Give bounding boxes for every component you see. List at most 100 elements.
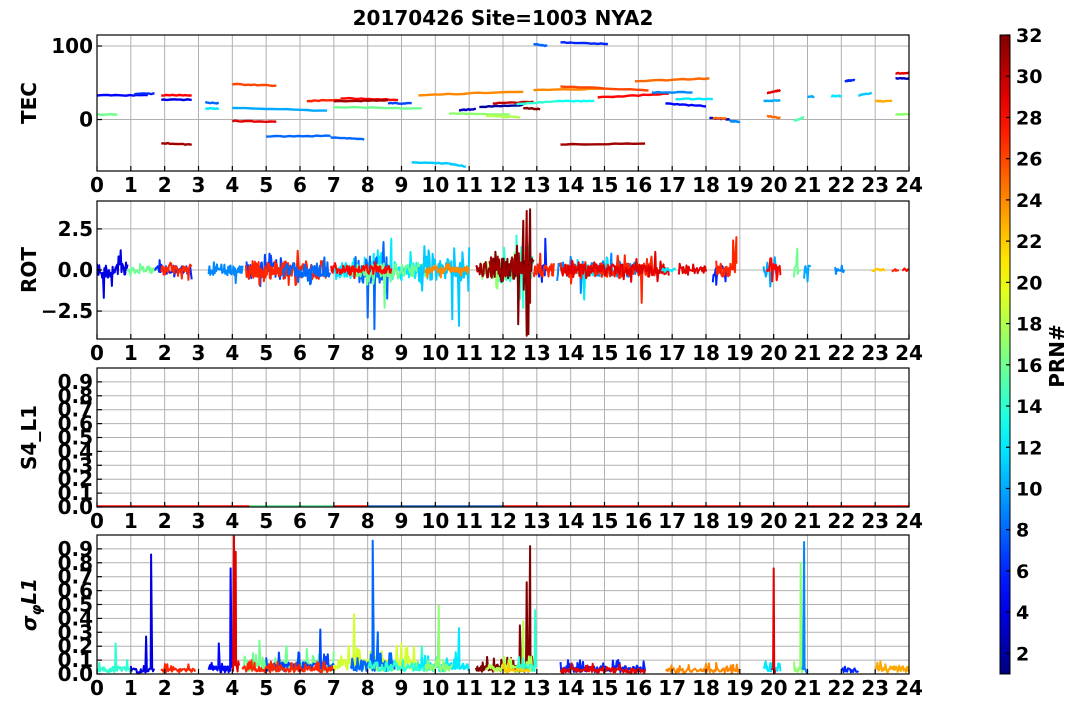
series-line-prn-4 — [161, 98, 192, 102]
x-tick-label: 16 — [624, 341, 652, 365]
x-tick-label: 8 — [361, 173, 375, 197]
series-line-prn-12 — [675, 97, 713, 101]
x-tick-label: 9 — [395, 341, 409, 365]
colorbar-tick-label: 10 — [1016, 478, 1042, 500]
x-tick-label: 11 — [455, 509, 483, 533]
x-tick-label: 18 — [692, 509, 720, 533]
panel-rot: 0 1 2 3 4 5 6 7 8 9 10 11 12 13 14 15 16 17 18 19 20 21 22 23 24… — [17, 200, 923, 365]
x-tick-label: 4 — [225, 676, 239, 700]
x-tick-label: 3 — [192, 173, 206, 197]
series-line-prn-4 — [129, 553, 156, 674]
x-tick-label: 5 — [259, 173, 273, 197]
x-tick-label: 16 — [624, 509, 652, 533]
x-tick-label: 23 — [861, 676, 889, 700]
x-tick-label: 1 — [124, 173, 138, 197]
series-line-prn-29 — [677, 262, 707, 276]
y-tick-label: 100 — [51, 34, 93, 58]
x-tick-label: 4 — [225, 341, 239, 365]
x-tick-label: 9 — [395, 173, 409, 197]
x-tick-label: 11 — [455, 173, 483, 197]
y-tick-label: 0.9 — [58, 537, 93, 561]
x-tick-label: 17 — [658, 341, 686, 365]
x-tick-label: 20 — [760, 341, 788, 365]
series-line-prn-5 — [97, 93, 148, 97]
x-tick-label: 19 — [726, 509, 754, 533]
x-tick-label: 21 — [794, 173, 822, 197]
series-line-prn-4 — [97, 249, 129, 299]
x-tick-label: 15 — [591, 341, 619, 365]
x-tick-label: 21 — [794, 341, 822, 365]
x-tick-label: 18 — [692, 341, 720, 365]
series-line-prn-8 — [330, 136, 365, 141]
series-line-prn-6 — [844, 78, 856, 83]
x-tick-label: 2 — [158, 676, 172, 700]
x-tick-label: 8 — [361, 509, 375, 533]
x-tick-label: 11 — [455, 676, 483, 700]
x-tick-label: 2 — [158, 173, 172, 197]
x-tick-label: 15 — [591, 509, 619, 533]
colorbar-tick-label: 8 — [1016, 520, 1029, 542]
x-tick-label: 10 — [421, 173, 449, 197]
x-tick-label: 19 — [726, 341, 754, 365]
series-line-prn-13 — [556, 99, 595, 103]
series-line-prn-6 — [560, 41, 608, 46]
x-tick-label: 2 — [158, 341, 172, 365]
x-tick-label: 20 — [760, 173, 788, 197]
colorbar-tick-label: 32 — [1016, 25, 1042, 47]
y-axis-label: S4_L1 — [17, 405, 41, 470]
x-tick-label: 7 — [327, 509, 341, 533]
series-line-prn-16 — [333, 105, 422, 110]
colorbar-strip — [999, 34, 1011, 675]
series-line-prn-25 — [712, 116, 727, 120]
series-line-prn-23 — [874, 660, 909, 674]
colorbar-tick-label: 26 — [1016, 149, 1042, 171]
series-line-prn-28 — [161, 93, 192, 97]
x-tick-label: 1 — [124, 509, 138, 533]
series-line-prn-5 — [665, 102, 707, 108]
series-line-prn-10 — [803, 264, 812, 283]
series-line-prn-27 — [891, 268, 900, 273]
x-tick-label: 10 — [421, 676, 449, 700]
series-line-prn-10 — [806, 95, 815, 99]
series-line-prn-7 — [387, 101, 412, 106]
y-tick-label: 0.0 — [58, 258, 93, 282]
x-tick-label: 16 — [624, 676, 652, 700]
series-line-prn-9 — [651, 90, 693, 94]
colorbar-tick-label: 16 — [1016, 355, 1042, 377]
series-line-prn-9 — [729, 119, 741, 124]
x-tick-label: 23 — [861, 173, 889, 197]
x-tick-label: 19 — [726, 173, 754, 197]
colorbar-tick-label: 4 — [1016, 602, 1029, 624]
x-tick-label: 5 — [259, 676, 273, 700]
series-line-prn-26 — [232, 82, 277, 88]
series-line-prn-29 — [232, 119, 277, 124]
x-tick-label: 19 — [726, 676, 754, 700]
series-line-prn-10 — [763, 99, 781, 103]
chart-title: 20170426 Site=1003 NYA2 — [353, 6, 654, 30]
x-tick-label: 21 — [794, 509, 822, 533]
x-tick-label: 13 — [523, 341, 551, 365]
series-line-prn-8 — [353, 241, 389, 331]
x-tick-label: 24 — [895, 676, 923, 700]
x-tick-label: 24 — [895, 341, 923, 365]
series-line-prn-25 — [766, 114, 781, 120]
x-tick-label: 15 — [591, 173, 619, 197]
x-tick-label: 13 — [523, 173, 551, 197]
x-tick-label: 2 — [158, 509, 172, 533]
series-line-prn-11 — [411, 161, 450, 165]
x-tick-label: 17 — [658, 509, 686, 533]
series-line-prn-8 — [204, 101, 220, 105]
colorbar-tick-label: 2 — [1016, 643, 1029, 665]
x-tick-label: 14 — [557, 509, 585, 533]
x-tick-label: 11 — [455, 341, 483, 365]
series-line-prn-24 — [533, 87, 605, 92]
x-tick-label: 4 — [225, 173, 239, 197]
colorbar-label: PRN# — [1045, 324, 1069, 388]
x-tick-label: 17 — [658, 676, 686, 700]
x-tick-label: 8 — [361, 676, 375, 700]
x-tick-label: 22 — [827, 509, 855, 533]
series-line-prn-23 — [875, 99, 893, 103]
series-line-prn-31 — [560, 142, 646, 146]
y-axis-label: σφL1 — [17, 578, 45, 631]
series-line-prn-32 — [474, 545, 534, 673]
